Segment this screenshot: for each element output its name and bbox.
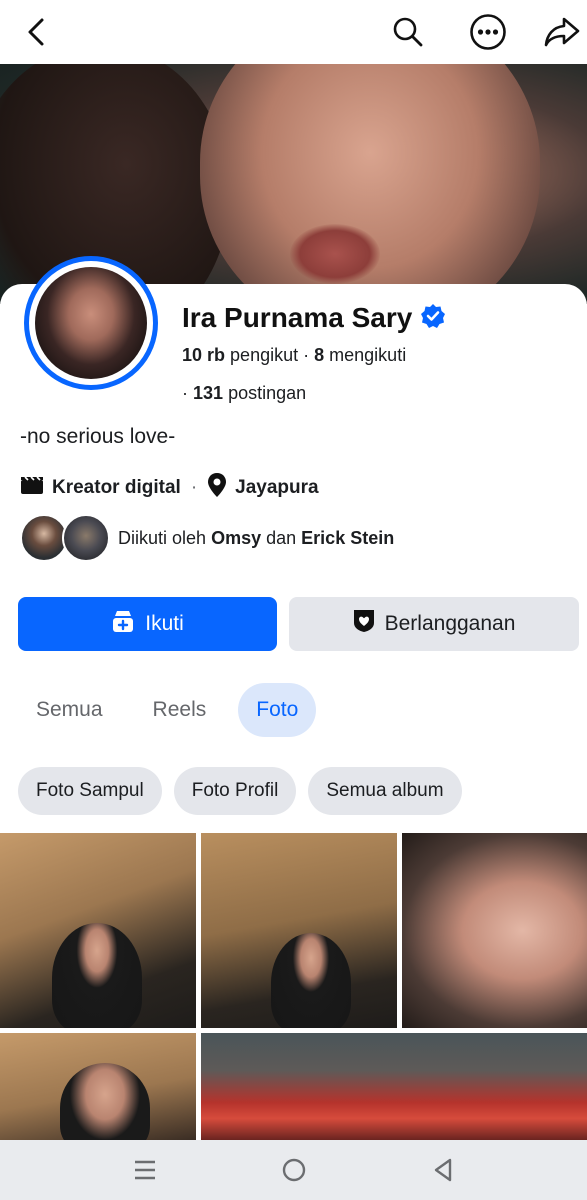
home-icon[interactable] [264,1146,324,1194]
followed-by-join: dan [266,527,297,548]
posts-stats: · 131 postingan [182,383,306,404]
info-separator: · [190,477,198,498]
verified-badge-icon [420,303,446,334]
search-icon[interactable] [386,12,430,52]
photo-thumbnail[interactable] [201,1033,587,1140]
follow-button[interactable]: Ikuti [18,597,277,651]
photo-subject [52,923,142,1028]
photo-subject [60,1063,150,1140]
follow-button-label: Ikuti [145,612,184,635]
share-icon[interactable] [540,12,584,52]
avatar-image [35,267,147,379]
top-bar [0,0,587,64]
photo-thumbnail[interactable] [402,833,587,1028]
followers-label[interactable]: pengikut [230,345,298,365]
recent-apps-icon[interactable] [115,1146,175,1194]
subscribe-shield-icon [353,609,375,639]
tab-semua[interactable]: Semua [18,683,121,737]
following-count[interactable]: 8 [314,345,324,365]
photo-thumbnail[interactable] [201,833,397,1028]
follow-stats: 10 rb pengikut · 8 mengikuti [182,345,406,366]
content-tabs: Semua Reels Foto [18,683,317,737]
photo-subject [271,933,351,1028]
chip-all-albums[interactable]: Semua album [308,767,462,815]
chip-profile-photos[interactable]: Foto Profil [173,767,297,815]
mutual-follower-avatar [20,514,68,562]
avatar[interactable] [24,256,158,390]
photo-thumbnail[interactable] [0,833,196,1028]
mutual-follower-avatar [62,514,110,562]
tab-reels[interactable]: Reels [135,683,225,737]
subscribe-button[interactable]: Berlangganan [289,597,579,651]
stat-separator: · [182,383,193,403]
album-chips: Foto Sampul Foto Profil Semua album [18,767,462,815]
bio-text: -no serious love- [20,425,176,448]
chip-cover-photos[interactable]: Foto Sampul [18,767,162,815]
posts-label: postingan [228,383,307,403]
back-arrow-icon[interactable] [14,12,58,52]
photo-grid [0,833,587,1140]
back-triangle-icon[interactable] [413,1146,473,1194]
info-row: Kreator digital · Jayapura [20,472,319,504]
posts-count: 131 [193,383,224,403]
following-label[interactable]: mengikuti [329,345,406,365]
mutual-followers-row[interactable]: Diikuti oleh Omsy dan Erick Stein [20,514,394,562]
mutual-followers-text: Diikuti oleh Omsy dan Erick Stein [118,528,394,549]
more-icon[interactable] [466,12,510,52]
follow-icon [111,609,135,639]
profile-name: Ira Purnama Sary [182,302,413,333]
location-label[interactable]: Jayapura [235,477,318,499]
mutual-follower-name: Omsy [211,527,262,548]
subscribe-button-label: Berlangganan [384,612,516,635]
photo-thumbnail[interactable] [0,1033,196,1140]
mutual-follower-name: Erick Stein [301,527,395,548]
tab-foto[interactable]: Foto [238,683,317,737]
clapperboard-icon [20,475,44,501]
system-nav-bar [0,1140,587,1200]
category-label: Kreator digital [52,477,181,498]
followed-by-prefix: Diikuti oleh [118,527,207,548]
profile-name-row: Ira Purnama Sary [182,302,446,334]
stat-separator: · [303,345,315,365]
followers-count[interactable]: 10 rb [182,345,225,365]
cover-photo-lips [290,224,380,284]
location-pin-icon [207,472,227,504]
